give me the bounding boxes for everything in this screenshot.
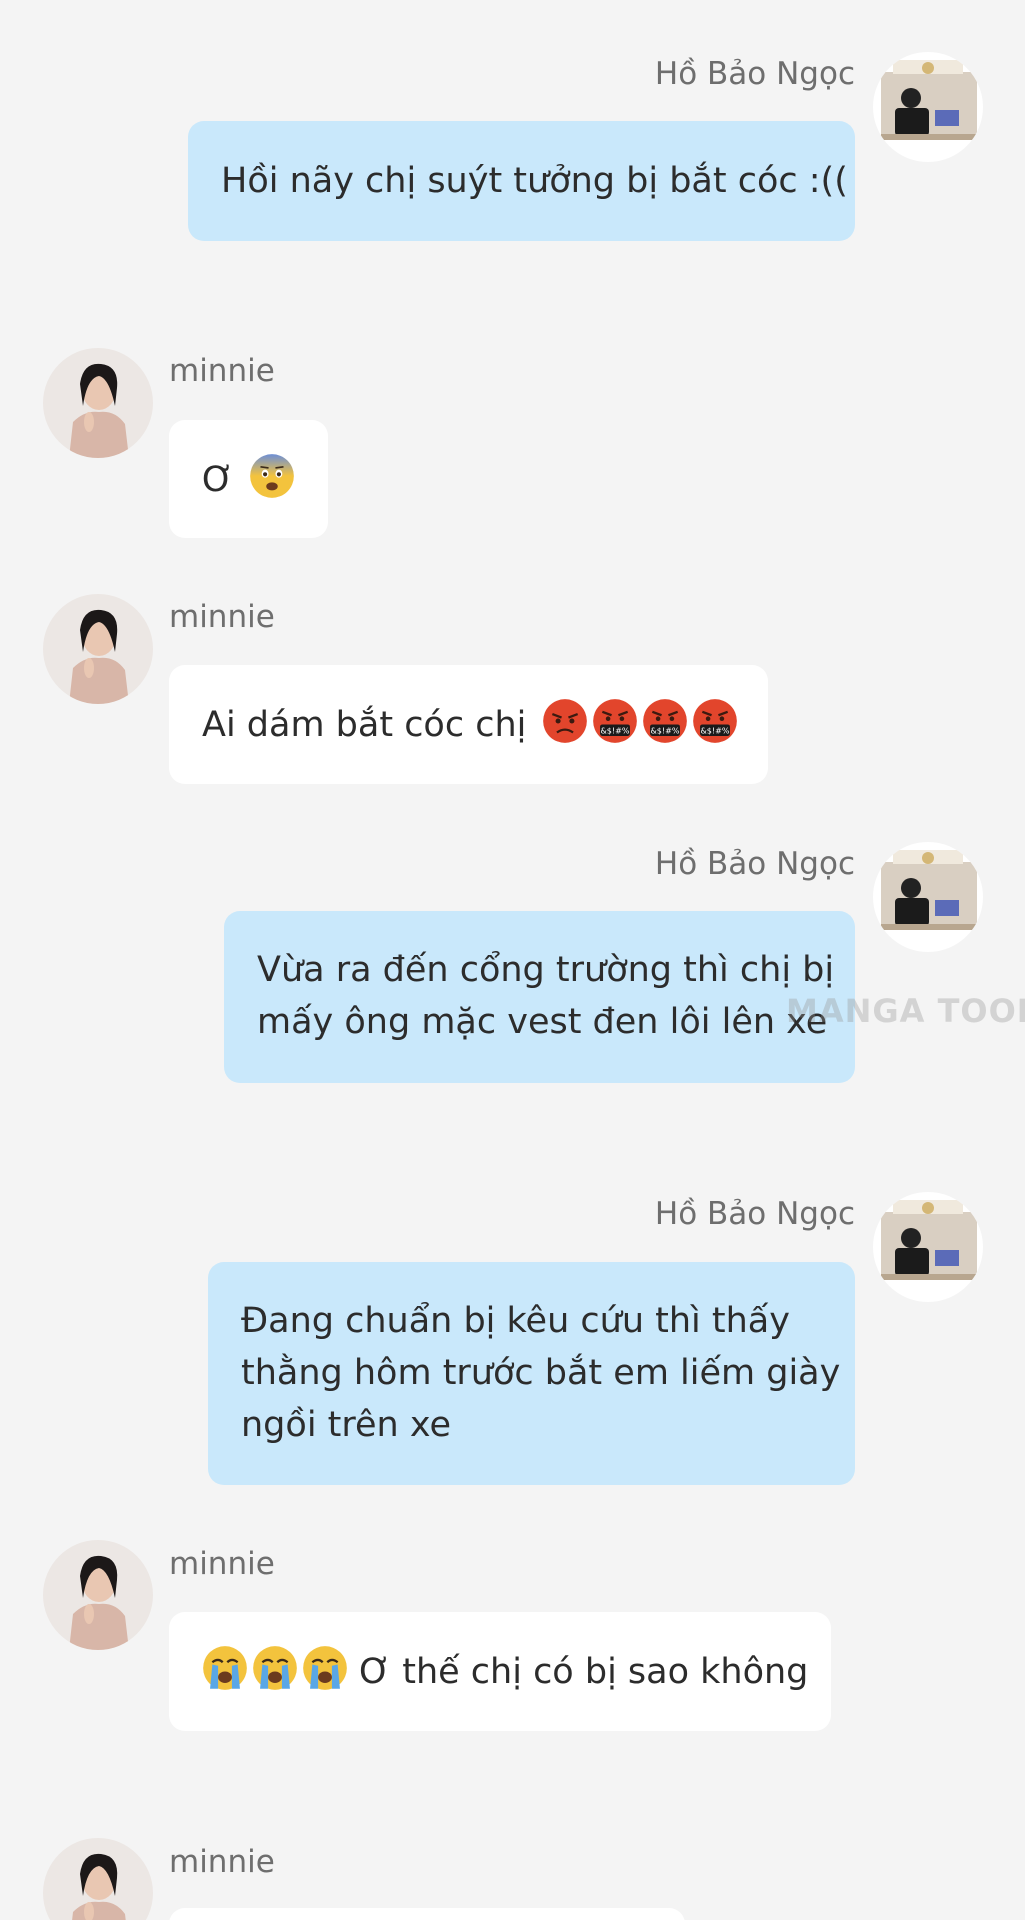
cursing-face-icon: &$!#% bbox=[592, 699, 637, 743]
message-line: mấy ông mặc vest đen lôi lên xe bbox=[257, 1002, 828, 1042]
svg-text:&$!#%: &$!#% bbox=[650, 727, 679, 736]
sender-name: Hồ Bảo Ngọc bbox=[654, 1196, 855, 1232]
message-bubble[interactable]: Ơ thế chị có bị sao không bbox=[169, 1612, 831, 1731]
sender-name: Hồ Bảo Ngọc bbox=[654, 56, 855, 92]
message-bubble[interactable]: Ai dám bắt cóc chị &$!#% &$!#% &$!#% bbox=[169, 665, 768, 784]
sender-name: minnie bbox=[169, 1844, 275, 1880]
crying-face-icon bbox=[203, 1646, 247, 1690]
message-line: Đang chuẩn bị kêu cứu thì thấy bbox=[241, 1301, 790, 1341]
message-bubble[interactable] bbox=[169, 1908, 685, 1920]
sender-name: minnie bbox=[169, 1546, 275, 1582]
message-bubble[interactable]: Hồi nãy chị suýt tưởng bị bắt cóc :(( bbox=[188, 121, 855, 241]
angry-face-icon bbox=[542, 699, 587, 743]
avatar[interactable] bbox=[873, 842, 983, 952]
message-line: thằng hôm trước bắt em liếm giày bbox=[241, 1353, 841, 1393]
crying-face-icon bbox=[253, 1646, 297, 1690]
message-text: Ơ thế chị có bị sao không bbox=[359, 1652, 809, 1692]
cursing-face-icon: &$!#% bbox=[642, 699, 687, 743]
avatar[interactable] bbox=[873, 1192, 983, 1302]
avatar[interactable] bbox=[873, 52, 983, 162]
cursing-face-icon: &$!#% bbox=[692, 699, 737, 743]
message-bubble[interactable]: Vừa ra đến cổng trường thì chị bị mấy ôn… bbox=[224, 911, 855, 1083]
message-line: Vừa ra đến cổng trường thì chị bị bbox=[257, 950, 835, 990]
svg-text:&$!#%: &$!#% bbox=[600, 727, 629, 736]
message-line: ngồi trên xe bbox=[241, 1405, 452, 1445]
avatar[interactable] bbox=[43, 1540, 153, 1650]
sender-name: Hồ Bảo Ngọc bbox=[654, 846, 855, 882]
watermark: MANGA TOON bbox=[786, 992, 1025, 1030]
message-text: Hồi nãy chị suýt tưởng bị bắt cóc :(( bbox=[221, 161, 848, 201]
svg-text:&$!#%: &$!#% bbox=[700, 727, 729, 736]
avatar[interactable] bbox=[43, 348, 153, 458]
message-text: Ai dám bắt cóc chị bbox=[202, 705, 527, 745]
fearful-face-icon bbox=[250, 454, 294, 498]
avatar[interactable] bbox=[43, 1838, 153, 1920]
chat-thread: Hồ Bảo Ngọc Hồi nãy chị suýt tưởng bị bắ… bbox=[0, 0, 1025, 1920]
message-bubble[interactable]: Đang chuẩn bị kêu cứu thì thấy thằng hôm… bbox=[208, 1262, 855, 1485]
crying-face-icon bbox=[303, 1646, 347, 1690]
message-bubble[interactable]: Ơ bbox=[169, 420, 328, 538]
sender-name: minnie bbox=[169, 353, 275, 389]
message-text: Ơ bbox=[202, 460, 234, 500]
sender-name: minnie bbox=[169, 599, 275, 635]
avatar[interactable] bbox=[43, 594, 153, 704]
